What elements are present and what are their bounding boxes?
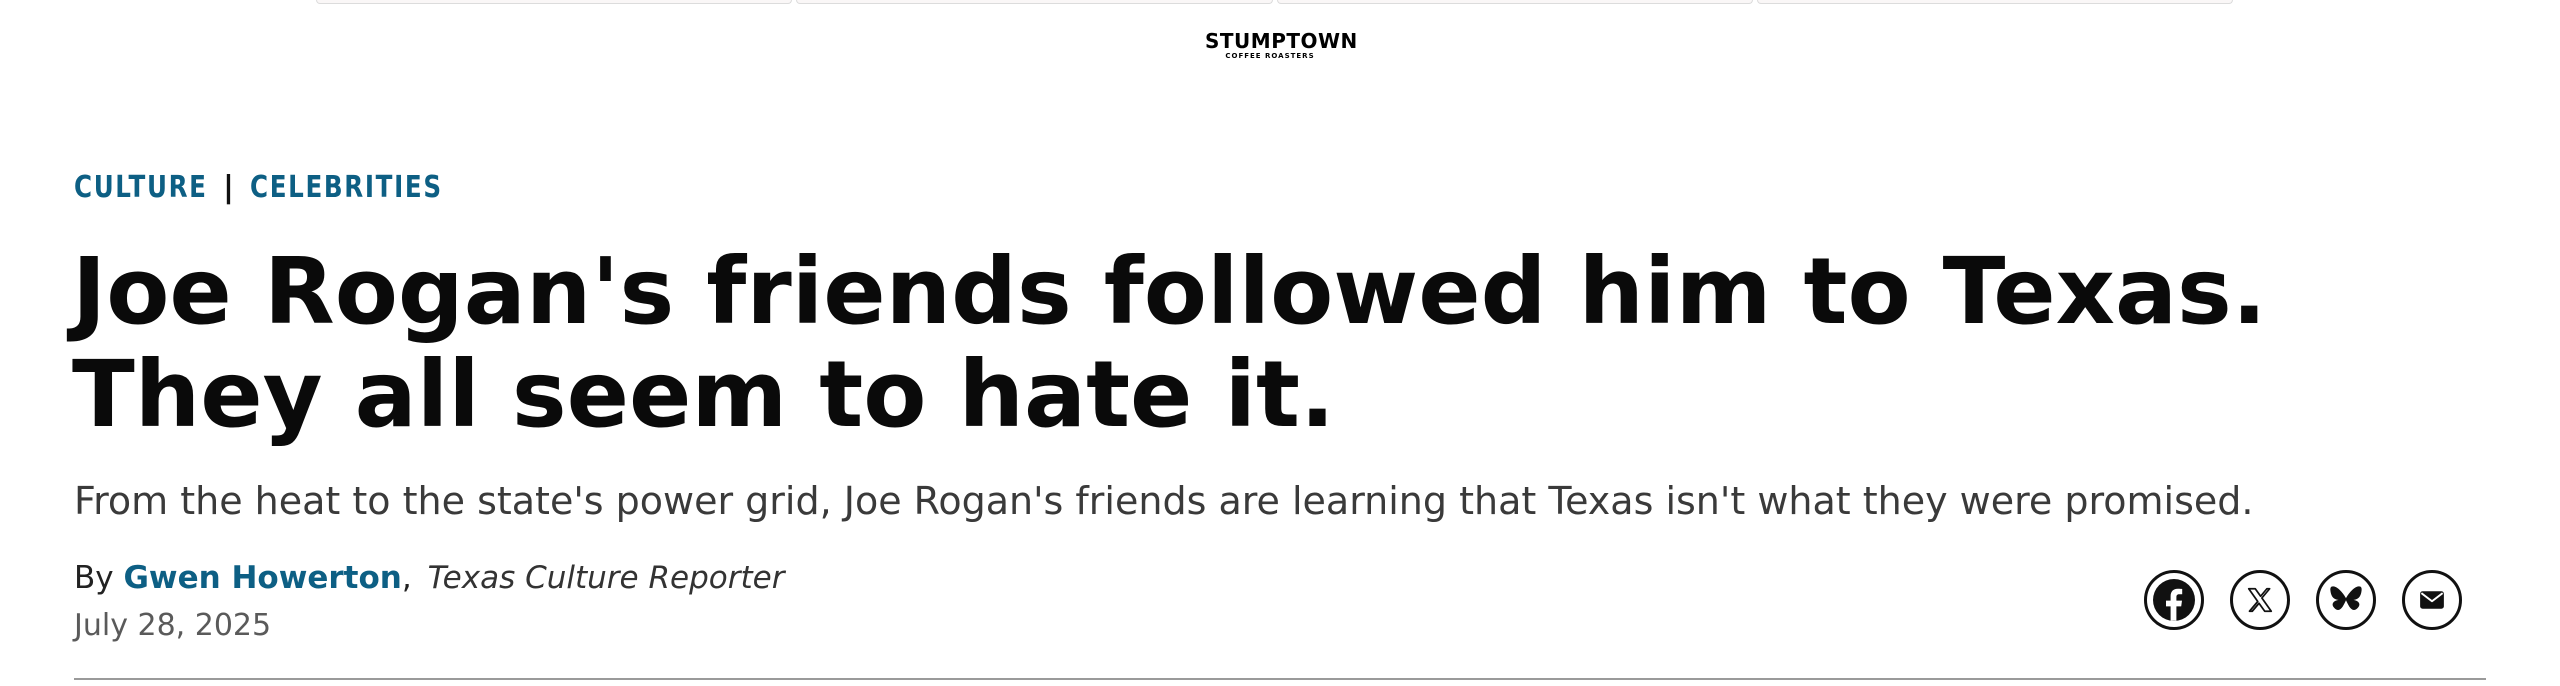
divider — [74, 678, 2486, 680]
breadcrumb-celebrities[interactable]: CELEBRITIES — [250, 170, 443, 205]
share-email-button[interactable] — [2402, 570, 2462, 630]
share-buttons — [2144, 570, 2462, 630]
byline: By Gwen Howerton, Texas Culture Reporter — [74, 560, 784, 596]
author-role: Texas Culture Reporter — [427, 560, 785, 596]
article-dek: From the heat to the state's power grid,… — [74, 479, 2254, 523]
ad-tile[interactable] — [1756, 0, 2233, 4]
email-icon — [2420, 591, 2444, 609]
ad-strip — [316, 0, 2233, 4]
article-headline: Joe Rogan's friends followed him to Texa… — [72, 238, 2267, 448]
ad-tile[interactable] — [316, 0, 793, 4]
sponsor-logo[interactable]: STUMPTOWN COFFEE ROASTERS — [1205, 29, 1358, 60]
share-x-button[interactable] — [2230, 570, 2290, 630]
sponsor-name: STUMPTOWN — [1205, 29, 1358, 53]
ad-tile[interactable] — [796, 0, 1273, 4]
publish-date: July 28, 2025 — [74, 608, 272, 643]
bluesky-icon — [2330, 586, 2362, 611]
facebook-icon — [2153, 579, 2195, 621]
breadcrumb-separator: | — [222, 170, 236, 205]
x-icon — [2247, 587, 2273, 613]
ad-tile[interactable] — [1276, 0, 1753, 4]
share-bluesky-button[interactable] — [2316, 570, 2376, 630]
breadcrumb: CULTURE | CELEBRITIES — [74, 170, 485, 205]
author-link[interactable]: Gwen Howerton — [123, 560, 401, 596]
author-separator: , — [401, 560, 412, 596]
byline-prefix: By — [74, 560, 114, 596]
sponsor-subtitle: COFFEE ROASTERS — [1225, 52, 1315, 60]
share-facebook-button[interactable] — [2144, 570, 2204, 630]
breadcrumb-culture[interactable]: CULTURE — [74, 170, 208, 205]
